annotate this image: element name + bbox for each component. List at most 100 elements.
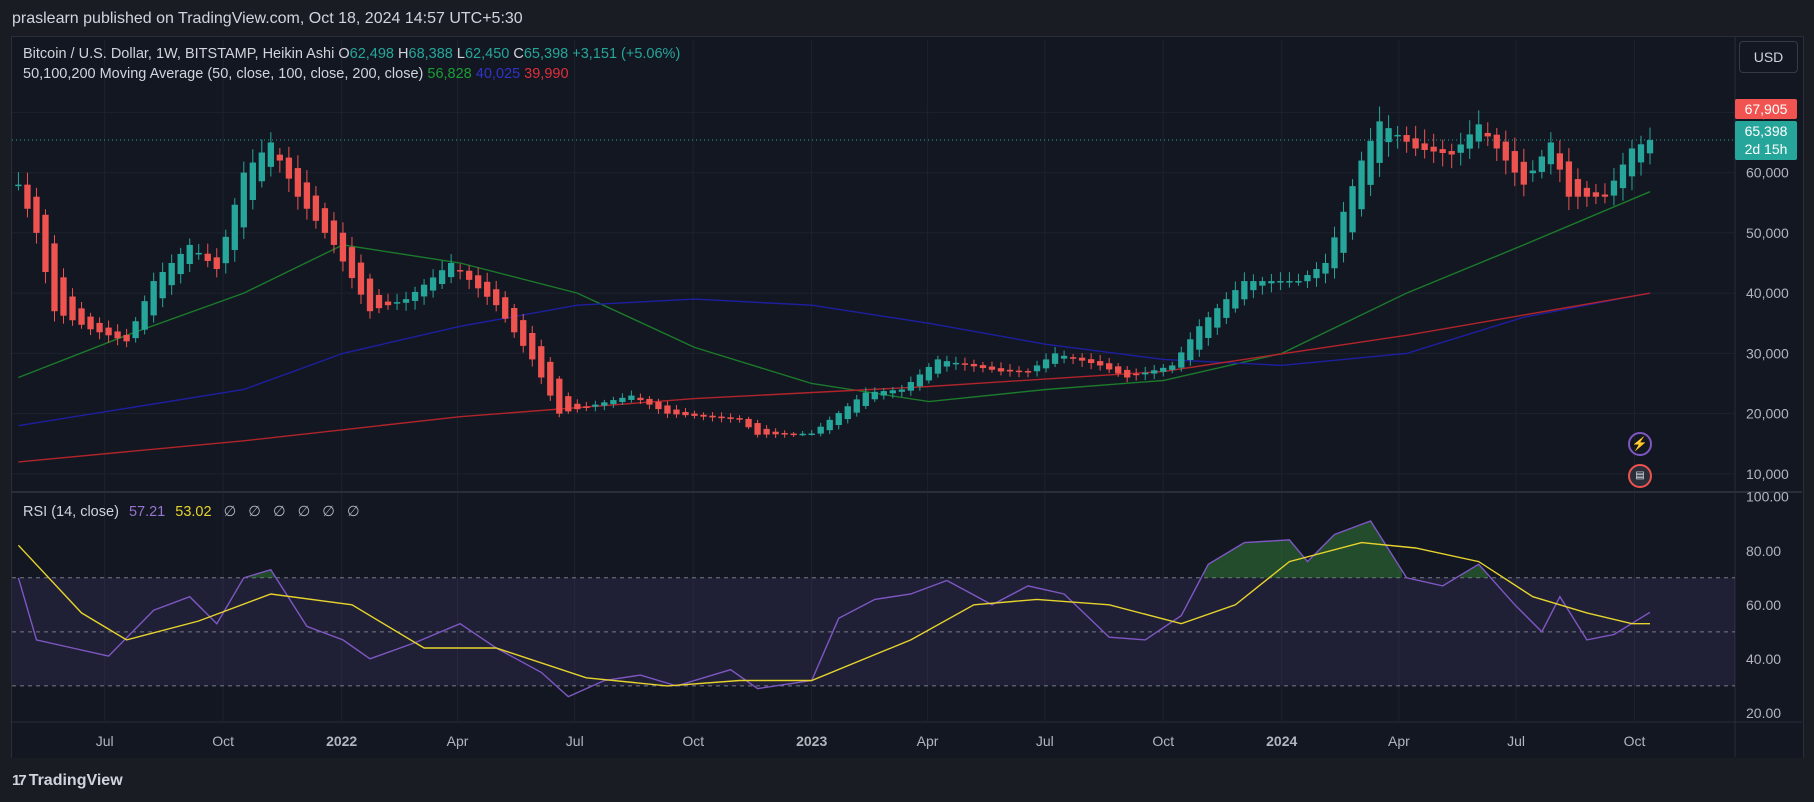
time-tick-label: 2024 xyxy=(1266,733,1297,749)
low-value: 62,450 xyxy=(464,46,510,62)
candle-body xyxy=(150,281,157,316)
candle-body xyxy=(880,391,887,396)
candle-body xyxy=(1376,121,1383,163)
candle-body xyxy=(1565,161,1573,197)
candle-body xyxy=(1628,148,1636,177)
candle-body xyxy=(691,413,698,416)
candle-body xyxy=(628,395,635,400)
candle-body xyxy=(1403,135,1410,142)
open-value: 62,498 xyxy=(349,46,394,62)
candle-body xyxy=(78,308,85,325)
candle-body xyxy=(141,301,148,330)
candle-body xyxy=(961,363,969,365)
high-price-badge: 67,905 xyxy=(1735,99,1797,119)
candle-body xyxy=(790,433,797,436)
candle-body xyxy=(1286,281,1293,283)
rsi-title[interactable]: RSI (14, close) xyxy=(23,504,119,520)
candle-body xyxy=(312,195,320,221)
candle-body xyxy=(601,402,608,406)
logo-mark: 17 xyxy=(12,772,27,789)
chart-canvas[interactable]: 10,00020,00030,00040,00050,00060,00070,0… xyxy=(0,0,1814,802)
candle-body xyxy=(1484,132,1491,137)
candle-body xyxy=(1078,357,1086,361)
candle-body xyxy=(1304,275,1311,282)
candle-body xyxy=(1187,339,1194,361)
candle-body xyxy=(718,416,725,419)
candle-body xyxy=(700,414,707,417)
candle-body xyxy=(195,252,202,255)
candle-body xyxy=(87,316,94,330)
rsi-legend: RSI (14, close) 57.21 53.02 ∅ ∅ ∅ ∅ ∅ ∅ xyxy=(23,504,360,520)
candle-body xyxy=(393,302,401,304)
candle-body xyxy=(96,322,103,333)
candle-body xyxy=(997,368,1005,372)
candle-body xyxy=(1574,179,1582,197)
candle-body xyxy=(1277,281,1284,283)
candle-body xyxy=(24,184,31,209)
candle-body xyxy=(583,406,590,408)
candle-body xyxy=(1493,134,1500,149)
candle-body xyxy=(168,262,175,286)
candle-body xyxy=(1160,367,1167,372)
candle-body xyxy=(610,400,617,404)
candle-body xyxy=(934,359,942,374)
currency-button[interactable]: USD xyxy=(1739,41,1798,73)
us-flag-icon[interactable]: ▤ xyxy=(1628,464,1652,488)
symbol-title[interactable]: Bitcoin / U.S. Dollar, 1W, BITSTAMP, Hei… xyxy=(23,46,334,62)
lightning-icon[interactable]: ⚡ xyxy=(1628,432,1652,456)
time-tick-label: Jul xyxy=(1036,733,1054,749)
rsi-tick-label: 100.00 xyxy=(1746,489,1789,505)
candle-body xyxy=(682,411,689,416)
time-tick-label: Oct xyxy=(1152,733,1174,749)
last-price: 65,398 xyxy=(1744,123,1788,139)
candle-body xyxy=(619,397,626,403)
candle-body xyxy=(988,366,996,370)
candle-body xyxy=(1322,262,1329,274)
price-tick-label: 60,000 xyxy=(1746,165,1789,181)
candle-body xyxy=(1223,299,1230,318)
candle-body xyxy=(456,270,464,272)
candle-body xyxy=(808,433,815,436)
candle-body xyxy=(231,204,238,251)
candle-body xyxy=(51,243,58,312)
candle-body xyxy=(520,320,527,346)
candle-body xyxy=(159,272,166,299)
ma-title[interactable]: 50,100,200 Moving Average (50, close, 10… xyxy=(23,66,423,82)
rsi-tick-label: 60.00 xyxy=(1746,597,1781,613)
candle-body xyxy=(1142,372,1149,375)
candle-body xyxy=(1124,369,1131,378)
candle-body xyxy=(1610,180,1618,196)
candle-body xyxy=(447,262,455,278)
tradingview-logo[interactable]: 17 TradingView xyxy=(12,772,123,790)
candle-body xyxy=(249,162,256,200)
candle-body xyxy=(366,278,374,312)
candle-body xyxy=(763,428,770,435)
candle-body xyxy=(1592,192,1600,197)
candle-body xyxy=(294,168,302,197)
candle-body xyxy=(754,423,761,435)
candle-body xyxy=(375,294,383,309)
low-label: L xyxy=(456,46,465,62)
candle-body xyxy=(907,382,914,391)
candle-body xyxy=(321,208,329,233)
price-tick-label: 50,000 xyxy=(1746,225,1789,241)
candle-body xyxy=(844,406,851,420)
na-value-3: ∅ xyxy=(272,504,286,520)
ma-line xyxy=(18,292,1651,427)
candle-body xyxy=(826,419,833,431)
candle-body xyxy=(952,362,960,365)
candle-body xyxy=(1367,140,1374,185)
candle-body xyxy=(42,214,49,273)
candle-body xyxy=(1601,194,1609,197)
ma-line xyxy=(18,292,1651,463)
candle-body xyxy=(258,152,265,182)
candle-body xyxy=(1502,141,1509,161)
candle-body xyxy=(943,361,951,367)
candle-body xyxy=(204,253,211,261)
candle-body xyxy=(709,415,716,418)
candle-body xyxy=(1024,371,1032,373)
candle-body xyxy=(1133,373,1140,376)
price-tick-label: 20,000 xyxy=(1746,406,1789,422)
candle-body xyxy=(664,405,671,414)
candle-body xyxy=(1015,370,1023,373)
